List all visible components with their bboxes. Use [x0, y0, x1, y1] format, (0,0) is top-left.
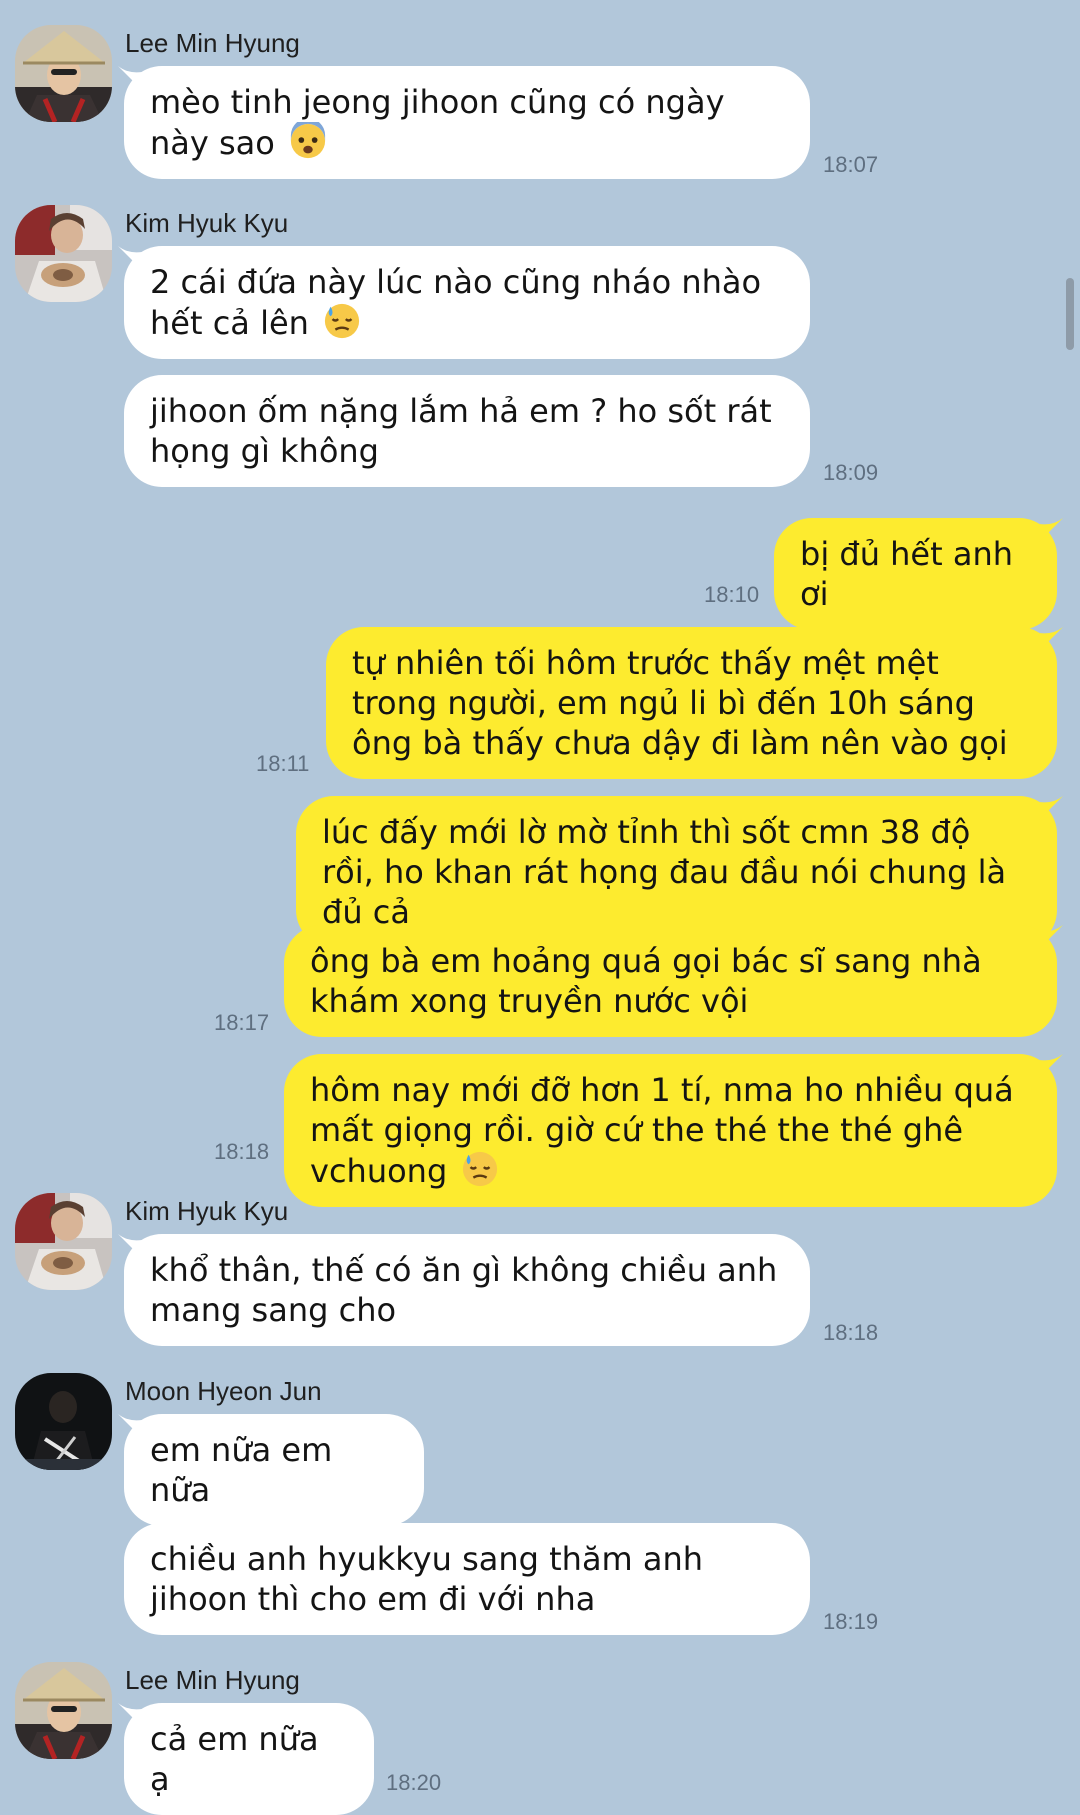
message-text: cả em nữa ạ — [150, 1720, 319, 1798]
avatar-moon-hyeon-jun[interactable] — [15, 1373, 112, 1470]
chat-area[interactable]: Lee Min Hyung mèo tinh jeong jihoon cũng… — [0, 0, 1080, 1815]
avatar-kim-hyuk-kyu[interactable] — [15, 1193, 112, 1290]
message-text: lúc đấy mới lờ mờ tỉnh thì sốt cmn 38 độ… — [322, 813, 1007, 931]
message-text: mèo tinh jeong jihoon cũng có ngày này s… — [150, 83, 725, 162]
message-time: 18:19 — [823, 1609, 879, 1634]
avatar-lee-min-hyung[interactable] — [15, 1662, 112, 1759]
message-text: 2 cái đứa này lúc nào cũng nháo nhào hết… — [150, 263, 762, 342]
message-bubble-incoming[interactable]: khổ thân, thế có ăn gì không chiều anh m… — [124, 1234, 810, 1346]
bubble-tail — [1039, 796, 1063, 820]
message-text: chiều anh hyukkyu sang thăm anh jihoon t… — [150, 1540, 704, 1618]
message-bubble-incoming[interactable]: jihoon ốm nặng lắm hả em ? ho sốt rát họ… — [124, 375, 810, 487]
message-time: 18:20 — [386, 1770, 442, 1795]
message-text: em nữa em nữa — [150, 1431, 333, 1509]
message-text: khổ thân, thế có ăn gì không chiều anh m… — [150, 1251, 778, 1329]
message-text: jihoon ốm nặng lắm hả em ? ho sốt rát họ… — [150, 392, 772, 470]
bubble-tail — [1039, 1054, 1063, 1078]
fearful-face-icon — [290, 122, 326, 159]
message-time: 18:11 — [256, 751, 310, 776]
message-bubble-outgoing[interactable]: ông bà em hoảng quá gọi bác sĩ sang nhà … — [284, 925, 1057, 1037]
message-bubble-incoming[interactable]: 2 cái đứa này lúc nào cũng nháo nhào hết… — [124, 246, 810, 359]
message-time: 18:10 — [704, 582, 760, 607]
message-time: 18:17 — [214, 1010, 270, 1035]
message-bubble-incoming[interactable]: cả em nữa ạ — [124, 1703, 374, 1815]
message-bubble-outgoing[interactable]: tự nhiên tối hôm trước thấy mệt mệt tron… — [326, 627, 1057, 779]
sweat-face-icon — [324, 303, 360, 339]
message-text: bị đủ hết anh ơi — [800, 535, 1013, 613]
sender-name: Lee Min Hyung — [125, 1665, 300, 1695]
bubble-tail — [1039, 518, 1063, 542]
message-text: tự nhiên tối hôm trước thấy mệt mệt tron… — [352, 644, 1008, 762]
sender-name: Moon Hyeon Jun — [125, 1376, 322, 1406]
sender-name: Kim Hyuk Kyu — [125, 1196, 289, 1226]
avatar-lee-min-hyung[interactable] — [15, 25, 112, 122]
scrollbar[interactable] — [1066, 278, 1074, 350]
sender-name: Kim Hyuk Kyu — [125, 208, 289, 238]
message-text: hôm nay mới đỡ hơn 1 tí, nma ho nhiều qu… — [310, 1071, 1014, 1190]
message-text: ông bà em hoảng quá gọi bác sĩ sang nhà … — [310, 942, 982, 1020]
avatar-kim-hyuk-kyu[interactable] — [15, 205, 112, 302]
sender-name: Lee Min Hyung — [125, 28, 300, 58]
message-time: 18:07 — [823, 152, 879, 177]
message-bubble-incoming[interactable]: mèo tinh jeong jihoon cũng có ngày này s… — [124, 66, 810, 179]
sweat-face-icon — [463, 1151, 498, 1187]
message-time: 18:18 — [823, 1320, 879, 1345]
message-time: 18:09 — [823, 460, 879, 485]
message-bubble-incoming[interactable]: chiều anh hyukkyu sang thăm anh jihoon t… — [124, 1523, 810, 1635]
message-bubble-outgoing[interactable]: hôm nay mới đỡ hơn 1 tí, nma ho nhiều qu… — [284, 1054, 1057, 1207]
message-bubble-outgoing[interactable]: bị đủ hết anh ơi — [774, 518, 1057, 630]
message-bubble-incoming[interactable]: em nữa em nữa — [124, 1414, 424, 1526]
bubble-tail — [1039, 925, 1063, 949]
bubble-tail — [1039, 627, 1063, 651]
message-time: 18:18 — [214, 1139, 270, 1164]
